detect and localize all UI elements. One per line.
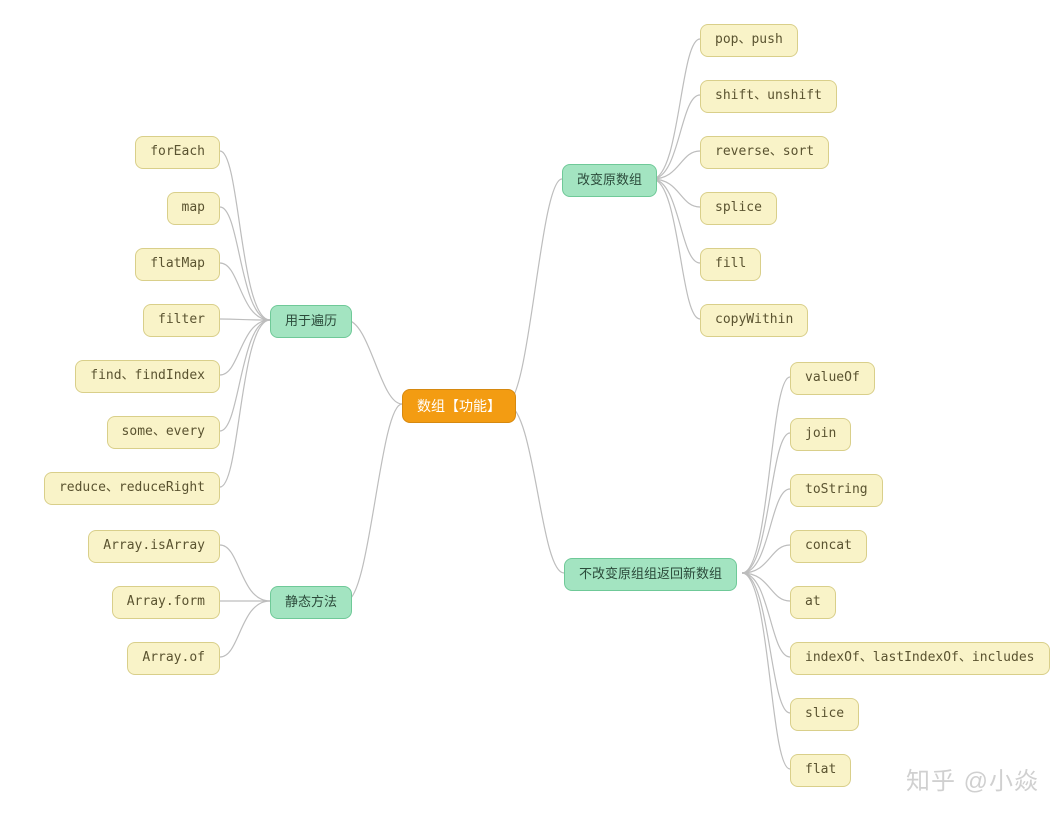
leaf-static-1[interactable]: Array.form — [112, 586, 220, 619]
leaf-label: concat — [805, 538, 852, 553]
branch-mutate-label: 改变原数组 — [577, 172, 642, 187]
root-node[interactable]: 数组【功能】 — [402, 389, 516, 423]
leaf-label: at — [805, 594, 821, 609]
leaf-nomutate-4[interactable]: at — [790, 586, 836, 619]
leaf-label: Array.form — [127, 594, 205, 609]
branch-nomutate-label: 不改变原组组返回新数组 — [579, 566, 722, 581]
leaf-static-0[interactable]: Array.isArray — [88, 530, 220, 563]
leaf-label: splice — [715, 200, 762, 215]
branch-mutate[interactable]: 改变原数组 — [562, 164, 657, 197]
watermark: 知乎 @小焱 — [906, 761, 1039, 796]
watermark-text: 知乎 @小焱 — [906, 768, 1039, 795]
leaf-nomutate-3[interactable]: concat — [790, 530, 867, 563]
branch-static-label: 静态方法 — [285, 594, 337, 609]
leaf-label: Array.of — [142, 650, 205, 665]
root-label: 数组【功能】 — [417, 398, 501, 414]
leaf-label: pop、push — [715, 32, 783, 47]
leaf-iterate-6[interactable]: reduce、reduceRight — [44, 472, 220, 505]
leaf-label: forEach — [150, 144, 205, 159]
leaf-iterate-1[interactable]: map — [167, 192, 220, 225]
leaf-mutate-2[interactable]: reverse、sort — [700, 136, 829, 169]
leaf-iterate-2[interactable]: flatMap — [135, 248, 220, 281]
leaf-mutate-4[interactable]: fill — [700, 248, 761, 281]
leaf-nomutate-7[interactable]: flat — [790, 754, 851, 787]
leaf-mutate-0[interactable]: pop、push — [700, 24, 798, 57]
branch-iterate[interactable]: 用于遍历 — [270, 305, 352, 338]
leaf-label: slice — [805, 706, 844, 721]
leaf-label: map — [182, 200, 205, 215]
leaf-label: indexOf、lastIndexOf、includes — [805, 650, 1035, 665]
leaf-label: filter — [158, 312, 205, 327]
leaf-label: toString — [805, 482, 868, 497]
leaf-nomutate-5[interactable]: indexOf、lastIndexOf、includes — [790, 642, 1050, 675]
leaf-label: valueOf — [805, 370, 860, 385]
leaf-label: reverse、sort — [715, 144, 814, 159]
leaf-label: some、every — [122, 424, 205, 439]
leaf-label: shift、unshift — [715, 88, 822, 103]
leaf-mutate-3[interactable]: splice — [700, 192, 777, 225]
branch-iterate-label: 用于遍历 — [285, 313, 337, 328]
leaf-label: flatMap — [150, 256, 205, 271]
leaf-label: reduce、reduceRight — [59, 480, 205, 495]
leaf-nomutate-0[interactable]: valueOf — [790, 362, 875, 395]
leaf-nomutate-6[interactable]: slice — [790, 698, 859, 731]
leaf-iterate-3[interactable]: filter — [143, 304, 220, 337]
leaf-label: find、findIndex — [90, 368, 205, 383]
leaf-iterate-0[interactable]: forEach — [135, 136, 220, 169]
leaf-iterate-5[interactable]: some、every — [107, 416, 220, 449]
leaf-label: copyWithin — [715, 312, 793, 327]
leaf-label: fill — [715, 256, 746, 271]
leaf-mutate-5[interactable]: copyWithin — [700, 304, 808, 337]
leaf-iterate-4[interactable]: find、findIndex — [75, 360, 220, 393]
branch-nomutate[interactable]: 不改变原组组返回新数组 — [564, 558, 737, 591]
leaf-label: flat — [805, 762, 836, 777]
leaf-label: join — [805, 426, 836, 441]
leaf-mutate-1[interactable]: shift、unshift — [700, 80, 837, 113]
leaf-static-2[interactable]: Array.of — [127, 642, 220, 675]
leaf-label: Array.isArray — [103, 538, 205, 553]
connector-layer — [0, 0, 1059, 816]
leaf-nomutate-1[interactable]: join — [790, 418, 851, 451]
branch-static[interactable]: 静态方法 — [270, 586, 352, 619]
leaf-nomutate-2[interactable]: toString — [790, 474, 883, 507]
